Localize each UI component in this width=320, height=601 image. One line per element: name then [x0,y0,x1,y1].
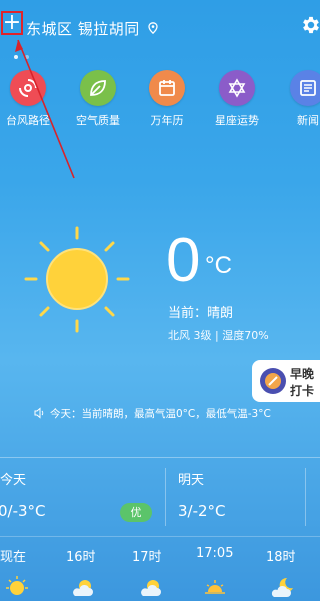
shortcut-air-quality[interactable]: 空气质量 [68,70,128,128]
forecast-today-name: 今天 [0,473,27,488]
speaker-icon[interactable] [34,407,46,419]
shortcut-label: 新闻 [297,114,319,127]
highlight-box [1,11,23,35]
partly-cloudy-icon [73,580,93,596]
aqi-badge[interactable]: 优 [120,503,152,522]
hourly-time: 17时 [132,550,162,565]
divider [165,468,166,526]
gear-icon[interactable] [300,14,320,36]
sunset-icon [205,580,225,594]
page-dot [14,55,18,59]
divider [0,457,320,458]
shortcut-horoscope[interactable]: 星座运势 [207,70,267,128]
shortcut-typhoon[interactable]: 台风路径 [0,70,58,128]
divider [305,468,306,526]
shortcut-news[interactable]: 新闻 [278,70,320,128]
checkin-card[interactable]: 早晚 打卡 [252,360,320,402]
divider [0,536,320,537]
hourly-time: 17:05 [196,546,234,561]
current-condition: 当前：晴朗 [168,306,234,321]
calendar-icon [149,70,185,106]
shortcut-row: 台风路径 空气质量 万年历 星座运势 新闻 [0,70,320,140]
location-pin-icon [148,22,158,34]
shortcut-label: 星座运势 [215,114,259,127]
shortcut-label: 台风路径 [6,114,50,127]
hourly-time: 16时 [66,550,96,565]
typhoon-icon [10,70,46,106]
star-of-david-icon [219,70,255,106]
temperature-unit: °C [205,252,232,279]
cloudy-night-icon [271,577,293,597]
sun-icon [6,576,28,595]
page-dot [25,55,29,59]
checkin-label-1: 早晚 [290,367,315,381]
checkin-icon [260,368,286,394]
partly-cloudy-icon [141,580,161,596]
location-title[interactable]: 东城区 锡拉胡同 [26,18,140,39]
forecast-today-range: 0/-3°C [0,502,46,520]
hourly-time: 现在 [0,550,27,565]
leaf-icon [80,70,116,106]
wind-humidity: 北风 3级 | 湿度70% [168,329,269,342]
current-temperature: 0 [166,226,201,295]
checkin-label-2: 打卡 [290,384,315,398]
today-summary: 今天：当前晴朗，最高气温0°C，最低气温-3°C [50,408,271,420]
shortcut-label: 万年历 [150,114,184,127]
page-indicator [14,44,36,63]
forecast-tomorrow-range: 3/-2°C [178,502,226,520]
news-icon [290,70,320,106]
shortcut-calendar[interactable]: 万年历 [137,70,197,128]
forecast-tomorrow-name: 明天 [178,473,205,488]
hourly-time: 18时 [266,550,296,565]
shortcut-label: 空气质量 [76,114,120,127]
sun-icon [24,226,130,333]
